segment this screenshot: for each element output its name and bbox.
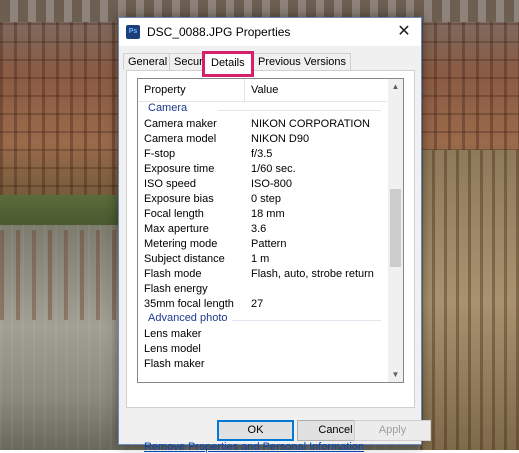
property-name: Metering mode [144, 238, 218, 250]
column-header-value[interactable]: Value [251, 84, 278, 96]
group-header-camera: Camera [138, 102, 387, 117]
property-name: Lens maker [144, 328, 202, 340]
property-value: Flash, auto, strobe return [251, 268, 374, 280]
details-rows: Camera Camera maker NIKON CORPORATION Cam… [138, 102, 387, 372]
table-row[interactable]: Flash maker [138, 357, 387, 372]
property-name: F-stop [144, 148, 176, 160]
table-row[interactable]: Max aperture 3.6 [138, 222, 387, 237]
group-header-advanced-photo: Advanced photo [138, 312, 387, 327]
table-row[interactable]: 35mm focal length 27 [138, 297, 387, 312]
background-tower [420, 150, 519, 450]
property-value: 1/60 sec. [251, 163, 296, 175]
tab-previous-versions[interactable]: Previous Versions [253, 53, 352, 70]
property-value: f/3.5 [251, 148, 273, 160]
properties-dialog: Ps DSC_0088.JPG Properties ✕ General Sec… [118, 17, 431, 453]
tab-details[interactable]: Details [202, 51, 254, 77]
group-label: Camera [148, 102, 188, 114]
table-row[interactable]: ISO speed ISO-800 [138, 177, 387, 192]
column-divider[interactable] [244, 79, 245, 101]
table-row[interactable]: Camera maker NIKON CORPORATION [138, 117, 387, 132]
property-name: Exposure time [144, 163, 215, 175]
column-header-property[interactable]: Property [144, 84, 186, 96]
close-icon[interactable]: ✕ [393, 21, 415, 43]
details-panel: Property Value Camera Camera maker NIKON … [126, 70, 415, 453]
property-name: Focal length [144, 208, 204, 220]
scroll-up-icon[interactable]: ▲ [388, 79, 403, 94]
scroll-down-icon[interactable]: ▼ [388, 367, 403, 382]
photoshop-icon: Ps [126, 25, 140, 39]
property-name: ISO speed [144, 178, 196, 190]
property-name: Camera model [144, 133, 217, 145]
property-value: NIKON D90 [251, 133, 310, 145]
table-row[interactable]: Exposure time 1/60 sec. [138, 162, 387, 177]
table-row[interactable]: Focal length 18 mm [138, 207, 387, 222]
window-title: DSC_0088.JPG Properties [147, 25, 291, 39]
remove-properties-link[interactable]: Remove Properties and Personal Informati… [144, 441, 364, 453]
property-name: Flash energy [144, 283, 208, 295]
list-header: Property Value [138, 79, 387, 102]
table-row[interactable]: F-stop f/3.5 [138, 147, 387, 162]
property-name: Subject distance [144, 253, 225, 265]
tab-general[interactable]: General [123, 53, 173, 70]
table-row[interactable]: Camera model NIKON D90 [138, 132, 387, 147]
table-row[interactable]: Flash mode Flash, auto, strobe return [138, 267, 387, 282]
table-row[interactable]: Lens model [138, 342, 387, 357]
property-name: 35mm focal length [144, 298, 234, 310]
property-value: 1 m [251, 253, 270, 265]
property-value: 18 mm [251, 208, 285, 220]
property-name: Camera maker [144, 118, 217, 130]
table-row[interactable]: Metering mode Pattern [138, 237, 387, 252]
details-list[interactable]: Property Value Camera Camera maker NIKON … [137, 78, 404, 383]
property-value: 3.6 [251, 223, 267, 235]
property-value: 0 step [251, 193, 281, 205]
property-name: Flash maker [144, 358, 205, 370]
property-name: Exposure bias [144, 193, 214, 205]
scrollbar-thumb[interactable] [390, 189, 401, 267]
property-value: ISO-800 [251, 178, 292, 190]
title-bar[interactable]: Ps DSC_0088.JPG Properties ✕ [119, 18, 421, 46]
table-row[interactable]: Exposure bias 0 step [138, 192, 387, 207]
property-value: 27 [251, 298, 264, 310]
group-divider [232, 320, 381, 321]
property-value: Pattern [251, 238, 287, 250]
property-value: NIKON CORPORATION [251, 118, 370, 130]
ok-button[interactable]: OK [217, 420, 294, 441]
apply-button[interactable]: Apply [354, 420, 431, 441]
table-row[interactable]: Subject distance 1 m [138, 252, 387, 267]
group-divider [218, 110, 381, 111]
vertical-scrollbar[interactable]: ▲ ▼ [388, 79, 403, 382]
group-label: Advanced photo [148, 312, 228, 324]
property-name: Flash mode [144, 268, 202, 280]
property-name: Max aperture [144, 223, 209, 235]
property-name: Lens model [144, 343, 201, 355]
table-row[interactable]: Lens maker [138, 327, 387, 342]
table-row[interactable]: Flash energy [138, 282, 387, 297]
